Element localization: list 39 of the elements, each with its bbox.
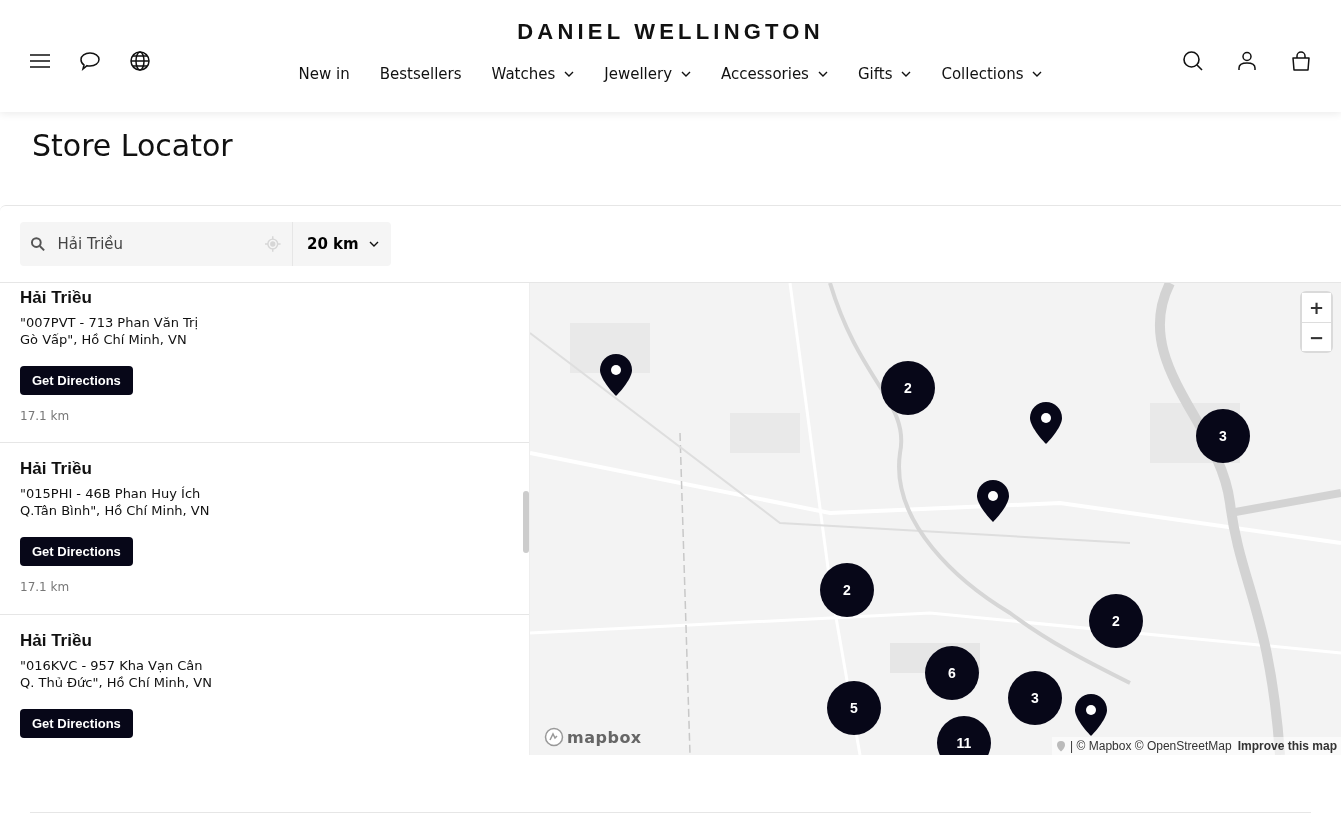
mapbox-wordmark[interactable]: mapbox: [567, 727, 642, 747]
mapbox-logo-icon: [544, 727, 564, 747]
radius-dropdown[interactable]: 20 km: [293, 222, 391, 266]
chat-bubble-icon[interactable]: [78, 49, 102, 73]
globe-icon[interactable]: [128, 49, 152, 73]
store-name: Hải Triều: [20, 631, 93, 651]
store-name: Hải Triều: [20, 288, 93, 308]
store-address: "007PVT - 713 Phan Văn Trị Gò Vấp", Hồ Chí Minh, VN: [20, 314, 199, 348]
store-address: "015PHI - 46B Phan Huy Ích Q.Tân Bình", Hồ Chí Minh, VN: [20, 485, 211, 519]
get-directions-button[interactable]: Get Directions: [20, 366, 133, 395]
user-icon[interactable]: [1235, 49, 1259, 73]
nav-link[interactable]: Collections: [941, 65, 1043, 83]
scrollbar-thumb[interactable]: [523, 491, 529, 553]
shopping-bag-icon[interactable]: [1289, 49, 1313, 73]
search-field[interactable]: Hải Triều: [55, 234, 255, 254]
map-attribution: | © Mapbox © OpenStreetMap: [1070, 739, 1232, 753]
map-pin-icon[interactable]: [1029, 401, 1063, 445]
map-pin-icon[interactable]: [599, 353, 633, 397]
chevron-down-icon: [368, 241, 379, 247]
get-directions-button[interactable]: Get Directions: [20, 537, 133, 566]
improve-map-link[interactable]: Improve this map: [1237, 739, 1337, 753]
store-distance: 17.1 km: [20, 409, 70, 423]
nav-link[interactable]: New in: [298, 65, 350, 83]
nav-link[interactable]: Gifts: [857, 65, 912, 83]
nav-link[interactable]: Accessories: [721, 65, 828, 83]
nav-link[interactable]: Bestsellers: [379, 65, 462, 83]
zoom-out-button[interactable]: −: [1302, 322, 1331, 351]
map-pin-icon[interactable]: [976, 479, 1010, 523]
get-directions-button[interactable]: Get Directions: [20, 709, 133, 738]
store-address: "016KVC - 957 Kha Vạn Cân Q. Thủ Đức", Hồ Chí Minh, VN: [20, 657, 213, 691]
page-title: Store Locator: [32, 128, 234, 165]
nav-link[interactable]: Watches: [491, 65, 575, 83]
nav-link[interactable]: Jewellery: [604, 65, 692, 83]
store-distance: 17.1 km: [20, 580, 70, 594]
brand-logo[interactable]: DANIEL WELLINGTON: [517, 19, 824, 45]
search-icon: [30, 236, 46, 252]
map-pin-icon[interactable]: [1074, 693, 1108, 737]
store-name: Hải Triều: [20, 459, 93, 479]
search-icon[interactable]: [1181, 49, 1205, 73]
